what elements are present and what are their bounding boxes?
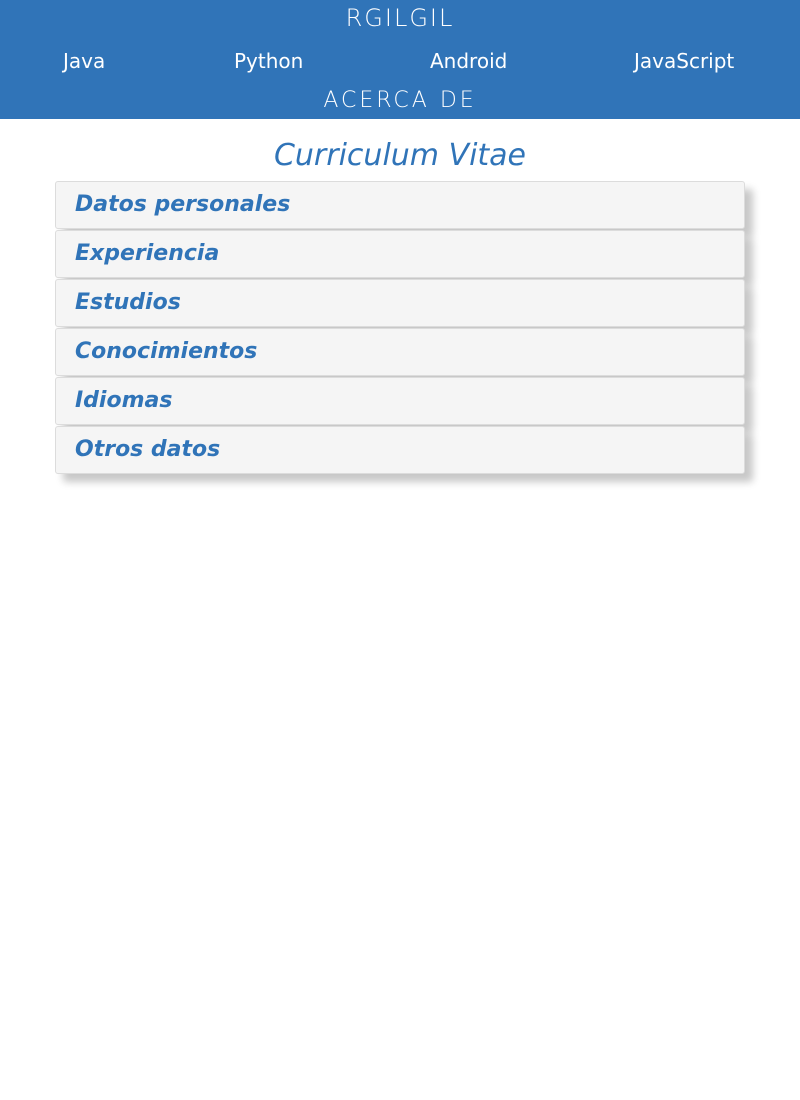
section-idiomas[interactable]: Idiomas [55,377,745,425]
section-label: Experiencia [75,241,220,266]
cv-accordion: Datos personales Experiencia Estudios Co… [55,181,745,475]
page-title: Curriculum Vitae [273,138,527,173]
section-experiencia[interactable]: Experiencia [55,230,745,278]
section-otros-datos[interactable]: Otros datos [55,426,745,474]
nav-link-java[interactable]: Java [63,48,105,74]
nav-link-about[interactable]: ACERCA DE [0,87,800,115]
section-label: Otros datos [75,437,221,462]
nav-link-android[interactable]: Android [430,48,507,74]
nav-link-python[interactable]: Python [234,48,303,74]
section-label: Idiomas [75,388,173,413]
section-datos-personales[interactable]: Datos personales [55,181,745,229]
site-header: RGILGIL Java Python Android JavaScript A… [0,0,800,119]
brand-logo[interactable]: RGILGIL [0,4,800,32]
section-label: Estudios [75,290,181,315]
section-label: Conocimientos [75,339,258,364]
section-label: Datos personales [75,192,291,217]
section-conocimientos[interactable]: Conocimientos [55,328,745,376]
nav-link-javascript[interactable]: JavaScript [634,48,734,74]
section-estudios[interactable]: Estudios [55,279,745,327]
